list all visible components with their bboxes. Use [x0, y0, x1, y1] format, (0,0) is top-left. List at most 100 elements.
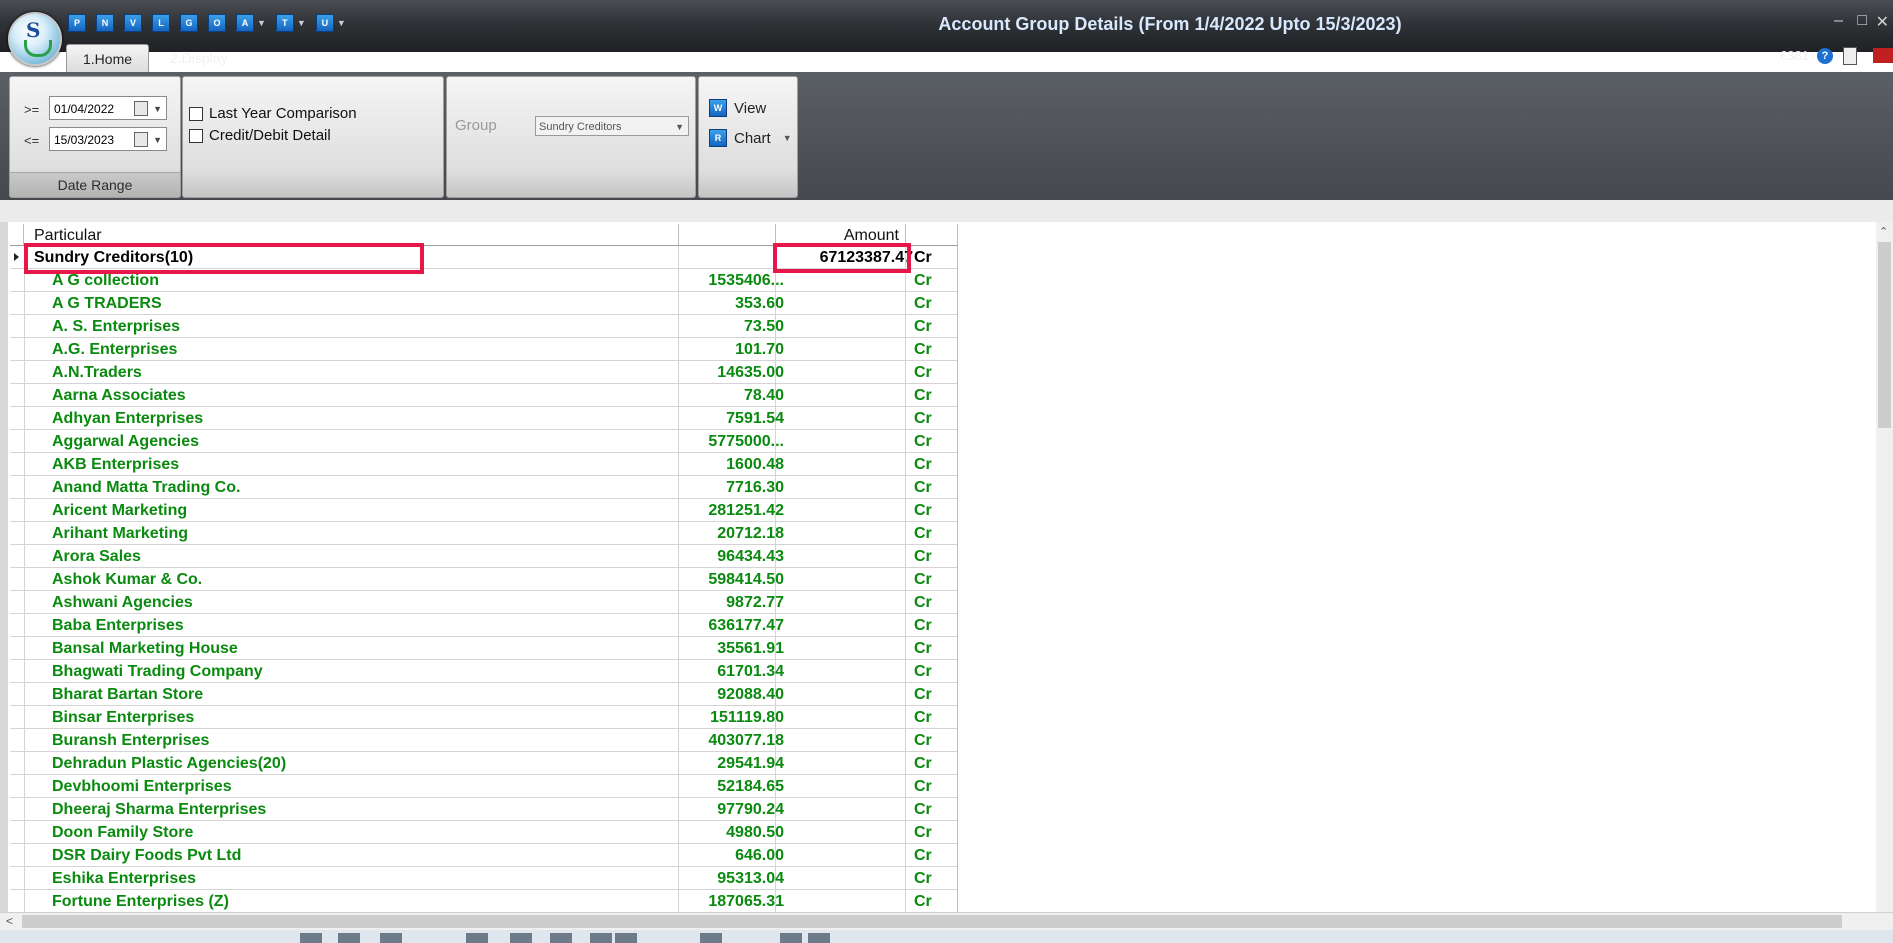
column-header-blank[interactable] — [679, 224, 776, 246]
qat-button-icon[interactable]: U — [315, 14, 334, 32]
row-selector[interactable] — [10, 430, 25, 452]
table-row[interactable]: Ashok Kumar & Co. 598414.50 Cr — [10, 568, 958, 591]
minimize-icon[interactable]: – — [1834, 12, 1843, 30]
taskbar-app-icon[interactable] — [380, 933, 402, 943]
qat-button-icon[interactable]: G — [180, 14, 198, 32]
table-row[interactable]: Doon Family Store 4980.50 Cr — [10, 821, 958, 844]
qat-button-icon[interactable]: V — [124, 14, 142, 32]
row-selector[interactable] — [10, 706, 25, 728]
table-row[interactable]: AKB Enterprises 1600.48 Cr — [10, 453, 958, 476]
table-row[interactable]: A.N.Traders 14635.00 Cr — [10, 361, 958, 384]
chevron-down-icon[interactable]: ▼ — [257, 18, 266, 28]
row-selector[interactable] — [10, 660, 25, 682]
checkbox-box[interactable] — [189, 128, 203, 143]
row-selector[interactable] — [10, 798, 25, 820]
table-row[interactable]: Baba Enterprises 636177.47 Cr — [10, 614, 958, 637]
row-selector[interactable] — [10, 591, 25, 613]
horizontal-scroll-thumb[interactable] — [22, 915, 1842, 928]
row-selector[interactable] — [10, 844, 25, 866]
close-icon[interactable]: ✕ — [1876, 12, 1889, 32]
qat-button-icon[interactable]: N — [96, 14, 114, 32]
row-selector[interactable] — [10, 729, 25, 751]
last-year-comparison-checkbox[interactable]: Last Year Comparison — [189, 105, 357, 122]
vertical-scrollbar[interactable]: ⌃ — [1876, 222, 1893, 912]
row-selector[interactable] — [10, 407, 25, 429]
row-selector[interactable] — [10, 752, 25, 774]
table-row[interactable]: Bansal Marketing House 35561.91 Cr — [10, 637, 958, 660]
taskbar-app-icon[interactable] — [466, 933, 488, 943]
qat-button-icon[interactable]: T — [275, 14, 294, 32]
taskbar-app-icon[interactable] — [590, 933, 612, 943]
table-row[interactable]: DSR Dairy Foods Pvt Ltd 646.00 Cr — [10, 844, 958, 867]
help-icon[interactable]: ? — [1817, 48, 1833, 64]
row-selector[interactable] — [10, 292, 25, 314]
table-row[interactable]: Bhagwati Trading Company 61701.34 Cr — [10, 660, 958, 683]
row-selector[interactable] — [10, 568, 25, 590]
app-menu-orb-icon[interactable]: S — [8, 12, 62, 66]
group-combo[interactable]: Sundry Creditors ▼ — [535, 116, 689, 136]
credit-debit-detail-checkbox[interactable]: Credit/Debit Detail — [189, 127, 331, 144]
row-selector[interactable] — [10, 867, 25, 889]
chevron-down-icon[interactable]: ▼ — [153, 128, 162, 152]
row-selector[interactable] — [10, 361, 25, 383]
qat-button-icon[interactable]: A — [236, 14, 254, 32]
scroll-left-icon[interactable]: < — [6, 914, 13, 928]
table-row[interactable]: Aggarwal Agencies 5775000... Cr — [10, 430, 958, 453]
column-header-crdr[interactable] — [906, 224, 958, 246]
row-selector[interactable] — [10, 338, 25, 360]
row-selector[interactable] — [10, 246, 25, 268]
table-row[interactable]: A G TRADERS 353.60 Cr — [10, 292, 958, 315]
chart-button[interactable]: R Chart ▼ — [709, 129, 792, 147]
taskbar-app-icon[interactable] — [338, 933, 360, 943]
row-selector[interactable] — [10, 522, 25, 544]
taskbar-app-icon[interactable] — [808, 933, 830, 943]
row-selector[interactable] — [10, 775, 25, 797]
tab-display[interactable]: 2.Display — [154, 44, 244, 72]
row-selector[interactable] — [10, 821, 25, 843]
row-selector[interactable] — [10, 683, 25, 705]
chevron-down-icon[interactable]: ▼ — [153, 97, 162, 121]
taskbar-app-icon[interactable] — [510, 933, 532, 943]
taskbar-app-icon[interactable] — [700, 933, 722, 943]
chevron-down-icon[interactable]: ▼ — [783, 133, 792, 143]
view-button[interactable]: W View — [709, 99, 766, 117]
table-row[interactable]: Aarna Associates 78.40 Cr — [10, 384, 958, 407]
taskbar-app-icon[interactable] — [550, 933, 572, 943]
chevron-down-icon[interactable]: ▼ — [297, 18, 306, 28]
taskbar-app-icon[interactable] — [300, 933, 322, 943]
scroll-up-icon[interactable]: ⌃ — [1879, 225, 1888, 238]
qat-button-icon[interactable]: O — [208, 14, 226, 32]
qat-button-icon[interactable]: L — [152, 14, 170, 32]
row-selector[interactable] — [10, 614, 25, 636]
row-selector[interactable] — [10, 545, 25, 567]
table-row[interactable]: A.G. Enterprises 101.70 Cr — [10, 338, 958, 361]
table-row[interactable]: Dehradun Plastic Agencies(20) 29541.94 Cr — [10, 752, 958, 775]
table-row[interactable]: Devbhoomi Enterprises 52184.65 Cr — [10, 775, 958, 798]
row-selector[interactable] — [10, 269, 25, 291]
row-selector[interactable] — [10, 499, 25, 521]
taskbar-app-icon[interactable] — [780, 933, 802, 943]
vertical-scroll-thumb[interactable] — [1878, 242, 1891, 428]
tab-home[interactable]: 1.Home — [66, 44, 150, 73]
taskbar-app-icon[interactable] — [615, 933, 637, 943]
calendar-icon[interactable] — [134, 132, 148, 147]
horizontal-scrollbar[interactable]: < — [0, 912, 1893, 931]
table-row[interactable]: A. S. Enterprises 73.50 Cr — [10, 315, 958, 338]
row-selector[interactable] — [10, 315, 25, 337]
table-row[interactable]: Binsar Enterprises 151119.80 Cr — [10, 706, 958, 729]
maximize-icon[interactable]: □ — [1857, 12, 1867, 30]
calendar-icon[interactable] — [134, 101, 148, 116]
qat-button-icon[interactable]: P — [68, 14, 86, 32]
table-row[interactable]: Arihant Marketing 20712.18 Cr — [10, 522, 958, 545]
table-row[interactable]: Dheeraj Sharma Enterprises 97790.24 Cr — [10, 798, 958, 821]
from-date-field[interactable]: 01/04/2022 ▼ — [49, 96, 167, 120]
chevron-down-icon[interactable]: ▼ — [337, 18, 346, 28]
table-row[interactable]: Anand Matta Trading Co. 7716.30 Cr — [10, 476, 958, 499]
document-icon[interactable] — [1843, 47, 1857, 65]
to-date-field[interactable]: 15/03/2023 ▼ — [49, 127, 167, 151]
table-row[interactable]: Fortune Enterprises (Z) 187065.31 Cr — [10, 890, 958, 913]
table-row[interactable]: Adhyan Enterprises 7591.54 Cr — [10, 407, 958, 430]
table-row[interactable]: Ashwani Agencies 9872.77 Cr — [10, 591, 958, 614]
chevron-down-icon[interactable]: ▼ — [675, 117, 684, 137]
table-row[interactable]: Arora Sales 96434.43 Cr — [10, 545, 958, 568]
